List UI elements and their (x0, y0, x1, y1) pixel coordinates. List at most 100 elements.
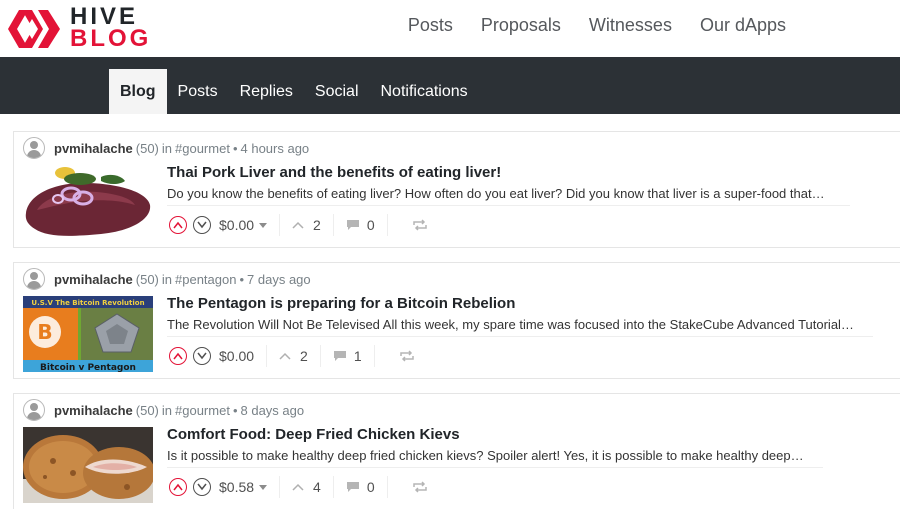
payout-value: $0.58 (219, 479, 255, 495)
post-card: pvmihalache (50) in #pentagon • 7 days a… (13, 262, 900, 379)
vote-count-value: 4 (313, 479, 321, 495)
vote-count[interactable]: 4 (292, 479, 321, 495)
post-time[interactable]: 7 days ago (247, 272, 311, 287)
chevron-up-icon (173, 483, 183, 491)
profile-subnav: Blog Posts Replies Social Notifications (0, 57, 900, 114)
nav-witnesses[interactable]: Witnesses (589, 13, 672, 37)
author-name[interactable]: pvmihalache (54, 272, 133, 287)
post-actions: $0.58 4 0 (169, 476, 428, 498)
vote-count[interactable]: 2 (292, 217, 321, 233)
action-divider (279, 476, 281, 498)
post-divider (167, 336, 873, 337)
chevron-up-icon (292, 483, 304, 491)
author-name[interactable]: pvmihalache (54, 403, 133, 418)
post-thumbnail[interactable]: U.S.V The Bitcoin Revolution B Bitcoin v… (23, 296, 153, 372)
author-reputation: (50) (135, 271, 159, 287)
post-meta: pvmihalache (50) in #pentagon • 7 days a… (23, 268, 311, 290)
post-thumbnail[interactable] (23, 427, 153, 503)
comments-link[interactable]: 1 (333, 348, 362, 364)
vote-count-value: 2 (313, 217, 321, 233)
post-excerpt[interactable]: The Revolution Will Not Be Televised All… (167, 317, 854, 332)
nav-our-dapps[interactable]: Our dApps (700, 13, 786, 37)
post-excerpt[interactable]: Is it possible to make healthy deep frie… (167, 448, 804, 463)
post-category[interactable]: #gourmet (175, 141, 230, 156)
comments-link[interactable]: 0 (346, 479, 375, 495)
reblog-button[interactable] (412, 219, 428, 231)
reblog-button[interactable] (412, 481, 428, 493)
meta-dot: • (239, 271, 245, 287)
post-time[interactable]: 4 hours ago (241, 141, 310, 156)
post-meta: pvmihalache (50) in #gourmet • 8 days ag… (23, 399, 304, 421)
post-actions: $0.00 2 0 (169, 214, 428, 236)
chevron-up-icon (292, 221, 304, 229)
in-label: in (161, 140, 173, 156)
nav-posts[interactable]: Posts (408, 13, 453, 37)
payout-value-display[interactable]: $0.00 (219, 348, 254, 364)
payout-value: $0.00 (219, 217, 255, 233)
post-actions: $0.00 2 1 (169, 345, 415, 367)
nav-proposals[interactable]: Proposals (481, 13, 561, 37)
chicken-kievs-image (23, 427, 153, 503)
avatar[interactable] (23, 399, 45, 421)
avatar[interactable] (23, 137, 45, 159)
in-label: in (161, 271, 173, 287)
reblog-icon (412, 481, 427, 493)
comment-icon (333, 351, 346, 361)
vote-count-value: 2 (300, 348, 308, 364)
vote-count[interactable]: 2 (279, 348, 308, 364)
downvote-button[interactable] (193, 216, 211, 234)
svg-text:B: B (37, 320, 52, 344)
action-divider (373, 345, 375, 367)
action-divider (279, 214, 281, 236)
tab-blog[interactable]: Blog (109, 69, 167, 114)
chevron-down-icon (197, 483, 207, 491)
tab-replies[interactable]: Replies (229, 69, 304, 114)
action-divider (386, 214, 388, 236)
hive-logo-icon (8, 10, 60, 48)
post-category[interactable]: #gourmet (175, 403, 230, 418)
thumb-caption-bottom: Bitcoin v Pentagon (40, 363, 136, 372)
upvote-button[interactable] (169, 347, 187, 365)
chevron-up-icon (173, 352, 183, 360)
reblog-icon (412, 219, 427, 231)
comment-count: 0 (366, 479, 375, 495)
reblog-icon (399, 350, 414, 362)
post-time[interactable]: 8 days ago (241, 403, 305, 418)
top-header: HIVE BLOG Posts Proposals Witnesses Our … (0, 0, 900, 57)
tab-notifications[interactable]: Notifications (370, 69, 479, 114)
post-title[interactable]: Comfort Food: Deep Fried Chicken Kievs (167, 426, 460, 443)
payout-dropdown[interactable]: $0.00 (219, 217, 268, 233)
tab-social[interactable]: Social (304, 69, 370, 114)
post-card: pvmihalache (50) in #gourmet • 4 hours a… (13, 131, 900, 248)
main-nav: Posts Proposals Witnesses Our dApps (408, 13, 786, 37)
upvote-button[interactable] (169, 216, 187, 234)
post-divider (167, 205, 850, 206)
post-thumbnail[interactable] (23, 165, 153, 241)
comment-count: 0 (366, 217, 375, 233)
comments-link[interactable]: 0 (346, 217, 375, 233)
avatar[interactable] (23, 268, 45, 290)
tab-posts[interactable]: Posts (167, 69, 229, 114)
downvote-button[interactable] (193, 347, 211, 365)
reblog-button[interactable] (399, 350, 415, 362)
action-divider (266, 345, 268, 367)
hive-blog-logo[interactable]: HIVE BLOG (8, 5, 168, 52)
bitcoin-pentagon-image: U.S.V The Bitcoin Revolution B Bitcoin v… (23, 296, 153, 372)
post-category[interactable]: #pentagon (175, 272, 236, 287)
chevron-down-icon (197, 221, 207, 229)
upvote-button[interactable] (169, 478, 187, 496)
comment-count: 1 (353, 348, 362, 364)
action-divider (319, 345, 321, 367)
post-card: pvmihalache (50) in #gourmet • 8 days ag… (13, 393, 900, 509)
post-excerpt[interactable]: Do you know the benefits of eating liver… (167, 186, 825, 201)
payout-dropdown[interactable]: $0.58 (219, 479, 268, 495)
chevron-down-icon (197, 352, 207, 360)
post-title[interactable]: Thai Pork Liver and the benefits of eati… (167, 164, 501, 181)
liver-dish-image (23, 165, 153, 241)
caret-down-icon (259, 222, 268, 228)
payout-value: $0.00 (219, 348, 255, 364)
comment-icon (346, 220, 359, 230)
downvote-button[interactable] (193, 478, 211, 496)
post-title[interactable]: The Pentagon is preparing for a Bitcoin … (167, 295, 515, 312)
author-name[interactable]: pvmihalache (54, 141, 133, 156)
